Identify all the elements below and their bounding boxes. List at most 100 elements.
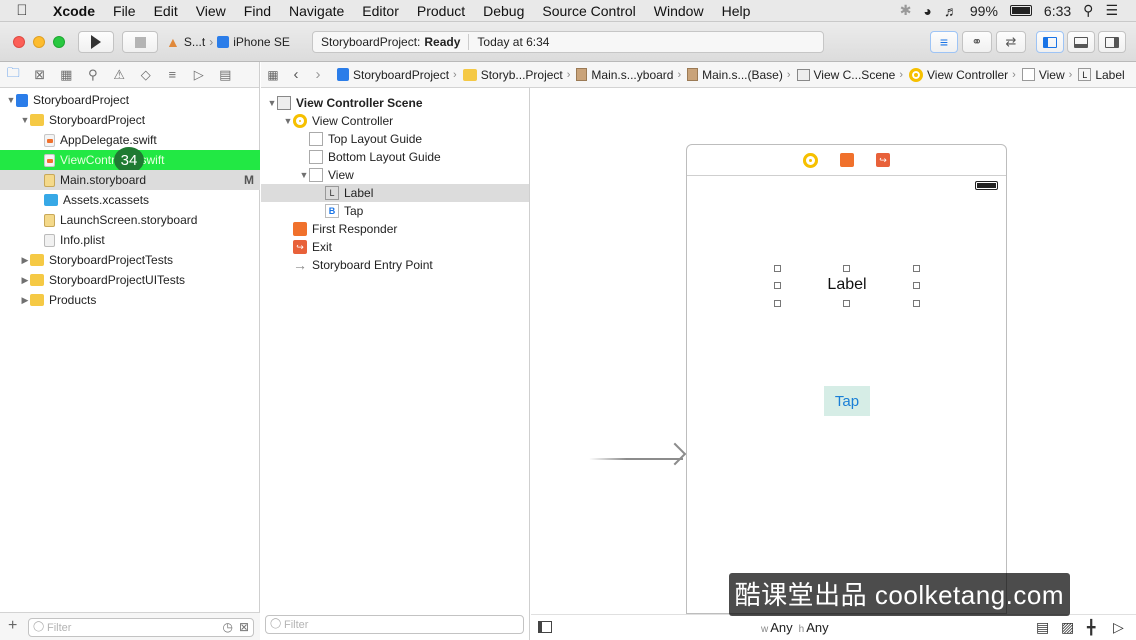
menu-help[interactable]: Help — [713, 3, 760, 19]
outline-item[interactable]: L Label — [261, 184, 529, 202]
navigator-item[interactable]: ▼ StoryboardProject — [0, 90, 260, 110]
forward-button[interactable]: › — [307, 66, 329, 83]
version-editor-button[interactable]: ⇄ — [996, 31, 1026, 53]
disclosure-open-icon[interactable]: ▼ — [6, 95, 16, 105]
outline-item[interactable]: ▼ View — [261, 166, 529, 184]
outline-item[interactable]: B Tap — [261, 202, 529, 220]
crumb-view-controller[interactable]: View Controller — [909, 67, 1008, 82]
resize-handle-bottom-left[interactable] — [774, 300, 781, 307]
outline-item[interactable]: → Storyboard Entry Point — [261, 256, 529, 274]
battery-icon[interactable] — [1009, 5, 1032, 16]
crumb-project[interactable]: StoryboardProject — [337, 68, 449, 82]
menu-find[interactable]: Find — [235, 3, 280, 19]
outline-item[interactable]: ▼ View Controller Scene — [261, 94, 529, 112]
crumb-label-element[interactable]: L Label — [1078, 68, 1125, 82]
test-navigator-icon[interactable]: ◇ — [133, 67, 160, 83]
navigator-item[interactable]: Main.storyboard M — [0, 170, 260, 190]
disclosure-open-icon[interactable]: ▼ — [20, 115, 30, 125]
resize-handle-bottom[interactable] — [843, 300, 850, 307]
source-control-icon[interactable]: ⊠ — [27, 67, 54, 83]
menu-window[interactable]: Window — [645, 3, 713, 19]
disclosure-open-icon[interactable]: ▼ — [299, 170, 309, 180]
resolve-issues-icon[interactable]: ▷ — [1113, 619, 1124, 636]
related-items-icon[interactable]: ▦ — [261, 68, 285, 82]
menu-file[interactable]: File — [104, 3, 145, 19]
stack-view-icon[interactable]: ▤ — [1036, 619, 1049, 636]
toggle-debug-area-button[interactable] — [1067, 31, 1095, 53]
crumb-scene[interactable]: View C...Scene — [796, 68, 895, 82]
toggle-outline-icon[interactable] — [538, 621, 552, 633]
navigator-item[interactable]: ▶ StoryboardProjectTests — [0, 250, 260, 270]
view-controller-scene[interactable]: ↪ Label Tap — [686, 144, 1007, 614]
apple-menu-icon[interactable]:  — [0, 2, 44, 19]
bluetooth-icon[interactable]: ✱ — [900, 2, 912, 19]
toggle-navigator-button[interactable] — [1036, 31, 1064, 53]
menu-debug[interactable]: Debug — [474, 3, 533, 19]
outline-item[interactable]: ↪ Exit — [261, 238, 529, 256]
crumb-group[interactable]: Storyb...Project — [462, 68, 563, 82]
run-button[interactable] — [78, 31, 114, 53]
menu-navigate[interactable]: Navigate — [280, 3, 353, 19]
battery-percent[interactable]: 99% — [970, 3, 998, 19]
wifi-icon[interactable]: ◕ — [923, 3, 931, 19]
menu-edit[interactable]: Edit — [145, 3, 187, 19]
toggle-utilities-button[interactable] — [1098, 31, 1126, 53]
menu-product[interactable]: Product — [408, 3, 474, 19]
close-window-button[interactable] — [13, 36, 25, 48]
navigator-filter-input[interactable]: ◯ Filter ◷ ⊠ — [28, 618, 254, 637]
assistant-editor-button[interactable]: ⚭ — [962, 31, 992, 53]
stop-button[interactable] — [122, 31, 158, 53]
disclosure-open-icon[interactable]: ▼ — [283, 116, 293, 126]
issue-navigator-icon[interactable]: ⚠ — [106, 67, 133, 83]
disclosure-open-icon[interactable]: ▼ — [267, 98, 277, 108]
exit-dock-icon[interactable]: ↪ — [876, 153, 890, 167]
navigator-item[interactable]: LaunchScreen.storyboard — [0, 210, 260, 230]
folder-icon[interactable]: 🗀 — [0, 64, 27, 86]
navigator-item[interactable]: ▶ StoryboardProjectUITests — [0, 270, 260, 290]
outline-item[interactable]: First Responder — [261, 220, 529, 238]
outline-item[interactable]: Bottom Layout Guide — [261, 148, 529, 166]
recent-files-icon[interactable]: ◷ — [223, 620, 233, 634]
volume-icon[interactable]: ♬ — [944, 3, 958, 19]
navigator-item[interactable]: Info.plist — [0, 230, 260, 250]
resize-handle-top-left[interactable] — [774, 265, 781, 272]
minimize-window-button[interactable] — [33, 36, 45, 48]
symbol-navigator-icon[interactable]: ▦ — [53, 67, 80, 83]
outline-item[interactable]: ▼ View Controller — [261, 112, 529, 130]
crumb-storyboard[interactable]: Main.s...yboard — [576, 68, 673, 82]
crumb-storyboard-base[interactable]: Main.s...(Base) — [687, 68, 783, 82]
navigator-item[interactable]: ▼ StoryboardProject — [0, 110, 260, 130]
find-navigator-icon[interactable]: ⚲ — [80, 67, 107, 83]
standard-editor-button[interactable]: ≡ — [930, 31, 958, 53]
pin-icon[interactable]: ╋ — [1087, 619, 1095, 636]
label-element[interactable]: Label — [777, 276, 917, 294]
size-class-control[interactable]: w Any h Any — [761, 620, 829, 635]
menu-app-name[interactable]: Xcode — [44, 3, 104, 19]
disclosure-closed-icon[interactable]: ▶ — [20, 275, 30, 286]
scheme-selector[interactable]: ▲ S...t › iPhone SE — [166, 31, 290, 53]
menu-source-control[interactable]: Source Control — [533, 3, 644, 19]
debug-navigator-icon[interactable]: ≡ — [159, 67, 186, 82]
navigator-item[interactable]: Assets.xcassets — [0, 190, 260, 210]
filter-scm-icon[interactable]: ⊠ — [239, 620, 249, 634]
view-controller-dock-icon[interactable] — [803, 152, 818, 168]
menu-editor[interactable]: Editor — [353, 3, 408, 19]
add-icon[interactable]: + — [8, 617, 17, 635]
report-navigator-icon[interactable]: ▤ — [212, 67, 239, 83]
outline-item[interactable]: Top Layout Guide — [261, 130, 529, 148]
outline-filter-input[interactable]: ◯ Filter — [265, 615, 524, 634]
breakpoint-navigator-icon[interactable]: ▷ — [186, 67, 213, 83]
resize-handle-top-right[interactable] — [913, 265, 920, 272]
crumb-view[interactable]: View — [1021, 68, 1065, 82]
clock[interactable]: 6:33 — [1044, 3, 1071, 19]
disclosure-closed-icon[interactable]: ▶ — [20, 255, 30, 266]
resize-handle-top[interactable] — [843, 265, 850, 272]
back-button[interactable]: ‹ — [285, 66, 307, 83]
tap-button[interactable]: Tap — [824, 386, 870, 416]
disclosure-closed-icon[interactable]: ▶ — [20, 295, 30, 306]
navigator-item[interactable]: ViewController.swift 34 — [0, 147, 260, 173]
spotlight-search-icon[interactable]: ⚲ — [1083, 2, 1093, 19]
resize-handle-bottom-right[interactable] — [913, 300, 920, 307]
notification-center-icon[interactable]: ☰ — [1105, 2, 1118, 19]
align-icon[interactable]: ▨ — [1061, 619, 1074, 636]
